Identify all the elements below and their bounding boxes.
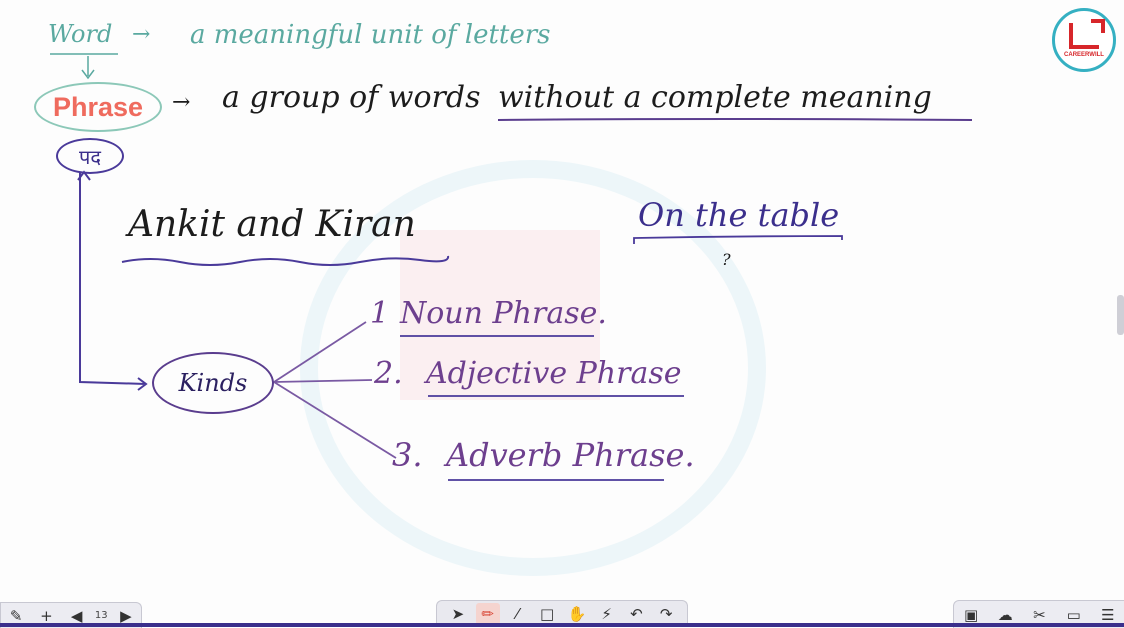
kind-2-number: 2.	[374, 356, 403, 391]
branch-noun	[273, 321, 367, 383]
phrase-definition-2: without a complete meaning	[498, 80, 932, 115]
ankit-wavy-underline	[121, 255, 450, 266]
hand-icon[interactable]: ✋	[565, 603, 589, 625]
pen-icon[interactable]: ✏	[475, 603, 500, 625]
shape-icon[interactable]: □	[535, 603, 559, 625]
question-mark: ?	[722, 250, 731, 269]
logo-name: CAREERWILL	[1064, 51, 1104, 58]
kind-3-number: 3.	[392, 436, 423, 474]
redo-icon[interactable]: ↷	[654, 603, 678, 625]
whiteboard-canvas[interactable]: Word → a meaningful unit of letters Phra…	[0, 0, 1124, 627]
page-number: 13	[94, 610, 108, 621]
branch-adjective	[273, 379, 373, 383]
on-the-table-bracket	[633, 235, 843, 244]
bottom-accent-line	[0, 623, 1124, 627]
side-scroll-handle[interactable]	[1117, 295, 1124, 335]
phrase-definition-1: a group of words	[222, 80, 481, 115]
branch-adverb	[273, 381, 397, 459]
example-on-the-table: On the table	[638, 196, 840, 234]
kind-1-label: Noun Phrase.	[400, 296, 607, 331]
highlighter-icon[interactable]: ⁄	[505, 603, 529, 625]
undo-icon[interactable]: ↶	[624, 603, 648, 625]
pointer-icon[interactable]: ➤	[446, 603, 470, 625]
kind-1-number: 1	[370, 296, 390, 331]
phrase-arrow: →	[172, 90, 191, 115]
phrase-term: Phrase	[34, 82, 162, 132]
logo-mark-icon	[1069, 18, 1105, 49]
laser-icon[interactable]: ⚡	[595, 603, 619, 625]
word-to-phrase-arrow	[81, 56, 95, 80]
word-arrow: →	[132, 22, 151, 47]
hindi-term-pad: पद	[56, 138, 124, 174]
kinds-node: Kinds	[152, 352, 274, 414]
word-definition: a meaningful unit of letters	[190, 20, 551, 50]
word-term: Word	[48, 20, 113, 48]
kind-3-label: Adverb Phrase.	[446, 436, 695, 474]
careerwill-logo: CAREERWILL	[1052, 8, 1116, 72]
example-ankit-and-kiran: Ankit and Kiran	[128, 204, 416, 245]
kind-2-label: Adjective Phrase	[426, 356, 682, 391]
without-underline	[497, 118, 973, 121]
